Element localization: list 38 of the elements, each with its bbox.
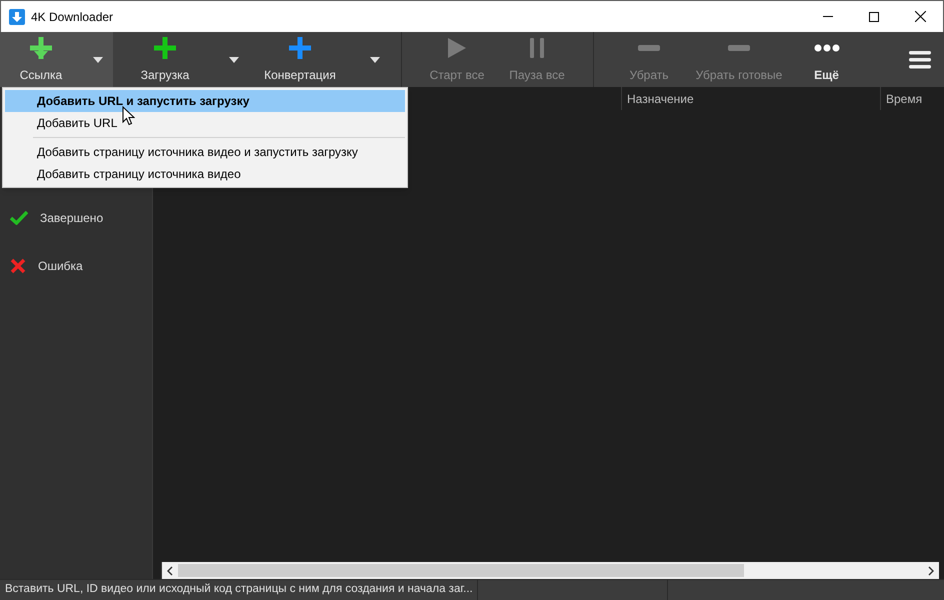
plus-arrow-icon [29,36,53,60]
app-logo-icon [9,8,25,24]
dots-icon [814,44,840,52]
sidebar-item[interactable]: Ошибка [0,242,152,290]
sidebar-item[interactable]: Завершено [0,194,152,242]
menu-icon [909,50,931,68]
check-icon [10,211,28,225]
play-icon [447,37,467,59]
caret-icon [228,56,238,62]
menu-item[interactable]: Добавить страницу источника видео [5,163,405,185]
toolbar-button[interactable]: Ссылка [0,32,82,87]
minus-icon [728,45,750,51]
scroll-left-icon [167,566,173,576]
maximize-icon [869,12,879,22]
caret-icon [370,56,380,62]
menu-item[interactable]: Добавить страницу источника видео и запустить загрузку [5,141,405,163]
scrollbar-thumb[interactable] [178,564,744,577]
dropdown-button[interactable] [82,32,113,87]
horizontal-scrollbar[interactable] [161,562,939,579]
column-header[interactable]: Назначение [621,87,880,110]
minimize-icon [823,16,833,17]
scroll-right-icon [928,566,934,576]
toolbar-button[interactable]: Ещё [784,32,869,87]
caret-icon [92,56,102,62]
minus-icon [638,45,660,51]
window-title: 4K Downloader [31,8,114,26]
toolbar-button[interactable]: Загрузка [113,32,217,87]
pause-icon [529,38,545,58]
plus-icon [153,36,177,60]
menu-item[interactable]: Добавить URL [5,112,405,134]
close-icon [914,11,926,22]
mouse-cursor-icon [122,106,135,126]
menu-item[interactable]: Добавить URL и запустить загрузку [5,90,405,112]
column-header[interactable]: Время [880,87,944,110]
cross-icon [10,258,26,274]
status-text: Вставить URL, ID видео или исходный код страницы с ним для создания и начала заг... [5,582,473,598]
plus-icon [288,36,312,60]
toolbar-button[interactable]: Конвертация [250,32,350,87]
